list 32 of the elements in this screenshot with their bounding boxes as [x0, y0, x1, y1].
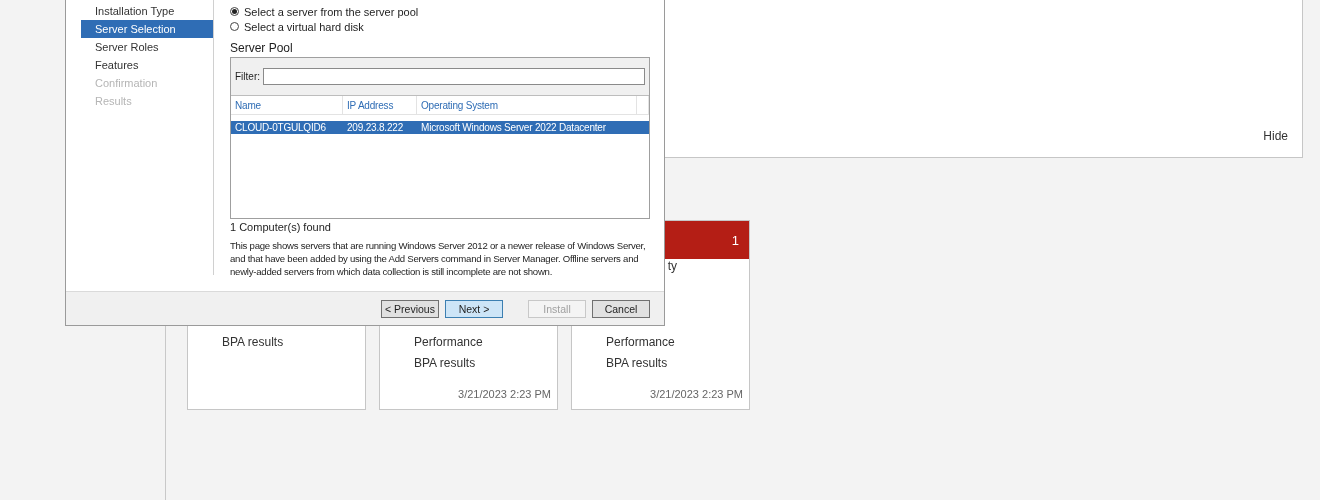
radio-label[interactable]: Select a server from the server pool — [244, 5, 419, 18]
table-cell[interactable]: 209.23.8.222 — [343, 121, 417, 134]
column-header[interactable]: IP Address — [343, 96, 417, 115]
wizard-button[interactable]: < Previous — [381, 299, 439, 318]
column-header[interactable]: Name — [231, 96, 343, 115]
result-count: 1 Computer(s) found — [230, 221, 332, 233]
filter-field[interactable] — [263, 68, 645, 85]
nav-item[interactable]: Server Roles — [81, 38, 213, 56]
filter-label: Filter: — [235, 71, 260, 82]
alert-count: 1 — [731, 232, 739, 248]
hide-link[interactable]: Hide — [1263, 129, 1288, 143]
column-header[interactable]: Operating System — [417, 96, 637, 115]
nav-item[interactable]: Features — [81, 56, 213, 74]
nav-item[interactable]: Installation Type — [81, 2, 213, 20]
tile-row-text[interactable]: BPA results — [606, 356, 749, 371]
tile-row-text[interactable]: BPA results — [222, 335, 365, 350]
wizard-button[interactable]: Next > — [445, 299, 503, 318]
table-cell[interactable]: CLOUD-0TGULQID6 — [231, 121, 343, 134]
timestamp: 3/21/2023 2:23 PM — [650, 388, 743, 400]
timestamp: 3/21/2023 2:23 PM — [458, 388, 551, 400]
tile-row-text[interactable]: Performance — [414, 335, 557, 350]
wizard-button[interactable]: Cancel — [592, 299, 650, 318]
description-text: This page shows servers that are running Windows Server 2012 or a newer release of Windows Server, and that have been added by using the Add Servers command in Server Manager. Offline servers and newly-added servers from which data collection is still incomplete are not shown. — [230, 239, 647, 278]
section-title: Server Pool — [230, 41, 294, 55]
tile-row-text[interactable]: Performance — [606, 335, 749, 350]
tile-row-text[interactable]: BPA results — [414, 356, 557, 371]
table-cell[interactable] — [637, 121, 649, 134]
radio-button[interactable] — [230, 7, 239, 16]
nav-item[interactable]: Server Selection — [81, 20, 213, 38]
tile-row-text: ty — [667, 259, 677, 275]
radio-label[interactable]: Select a virtual hard disk — [244, 20, 364, 33]
table-cell[interactable]: Microsoft Windows Server 2022 Datacenter — [417, 121, 637, 134]
